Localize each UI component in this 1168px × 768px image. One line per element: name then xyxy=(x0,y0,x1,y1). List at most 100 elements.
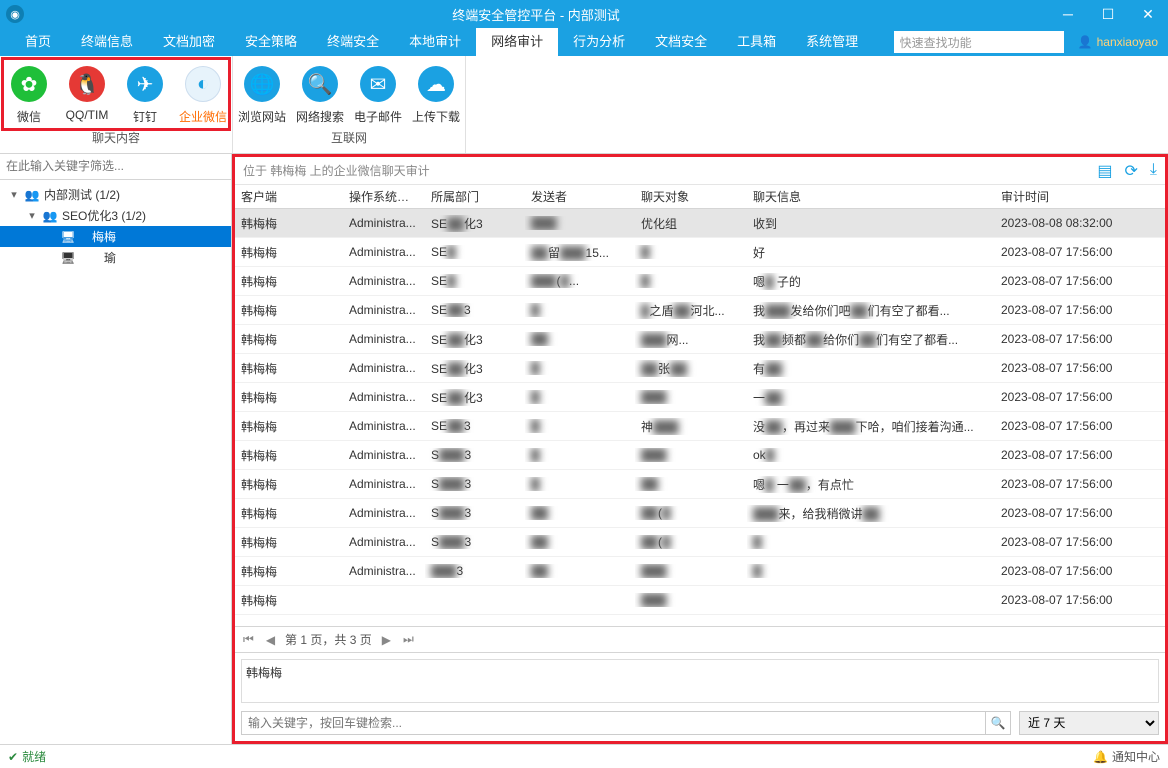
cell: ██留███15... xyxy=(525,244,635,261)
tree-label: 内部测试 (1/2) xyxy=(44,186,120,203)
menu-item-6[interactable]: 网络审计 xyxy=(476,28,558,56)
cell: SE██化3 xyxy=(425,360,525,377)
table-row[interactable]: 韩梅梅Administra...SE████(█...█嗯█ 子的2023-08… xyxy=(235,267,1165,296)
menu-item-7[interactable]: 行为分析 xyxy=(558,28,640,56)
menu-item-1[interactable]: 终端信息 xyxy=(66,28,148,56)
menu-item-10[interactable]: 系统管理 xyxy=(791,28,873,56)
time-filter-select[interactable]: 近 7 天 xyxy=(1019,711,1159,735)
table-row[interactable]: 韩梅梅Administra...S███3███嗯█ 一██，有点忙2023-0… xyxy=(235,470,1165,499)
cell: 2023-08-07 17:56:00 xyxy=(995,361,1165,375)
menu-bar: 首页终端信息文档加密安全策略终端安全本地审计网络审计行为分析文档安全工具箱系统管… xyxy=(0,28,1168,56)
cell: S███3 xyxy=(425,506,525,520)
refresh-icon[interactable]: ⟳ xyxy=(1125,161,1138,181)
tree-label: 梅梅 xyxy=(80,228,116,245)
detail-search-input[interactable] xyxy=(241,711,985,735)
cell: S███3 xyxy=(425,448,525,462)
maximize-button[interactable]: ☐ xyxy=(1088,0,1128,28)
cell: 2023-08-07 17:56:00 xyxy=(995,332,1165,346)
column-header-1[interactable]: 操作系统账户 xyxy=(343,188,425,205)
detail-search-button[interactable]: 🔍 xyxy=(985,711,1011,735)
cell: 韩梅梅 xyxy=(235,215,343,232)
table-row[interactable]: 韩梅梅Administra...SE███留███15...█好2023-08-… xyxy=(235,238,1165,267)
ribbon-item-1-2[interactable]: ✉电子邮件 xyxy=(349,56,407,125)
cell: 2023-08-07 17:56:00 xyxy=(995,245,1165,259)
table-row[interactable]: 韩梅梅Administra...███3██████2023-08-07 17:… xyxy=(235,557,1165,586)
tree-node-1[interactable]: ▾👥SEO优化3 (1/2) xyxy=(0,205,231,226)
table-row[interactable]: 韩梅梅Administra...SE██3█神███没██，再过来███下哈，咱… xyxy=(235,412,1165,441)
ribbon-item-0-3[interactable]: ◐企业微信 xyxy=(174,56,232,125)
cell: S███3 xyxy=(425,535,525,549)
cell: ███网... xyxy=(635,331,747,348)
menu-item-2[interactable]: 文档加密 xyxy=(148,28,230,56)
tree-node-2[interactable]: 🖥 梅梅 xyxy=(0,226,231,247)
tree-label: 瑜 xyxy=(80,249,116,266)
tree-node-0[interactable]: ▾👥内部测试 (1/2) xyxy=(0,184,231,205)
cell: Administra... xyxy=(343,332,425,346)
ribbon-item-1-1[interactable]: 🔍网络搜索 xyxy=(291,56,349,125)
column-header-0[interactable]: 客户端 xyxy=(235,188,343,205)
last-page-button[interactable]: ⏭ xyxy=(401,632,416,647)
menu-item-3[interactable]: 安全策略 xyxy=(230,28,312,56)
cell: 韩梅梅 xyxy=(235,389,343,406)
tree-node-3[interactable]: 🖥 瑜 xyxy=(0,247,231,268)
column-header-5[interactable]: 聊天信息 xyxy=(747,188,995,205)
cell: ██ xyxy=(525,506,635,520)
tree: ▾👥内部测试 (1/2)▾👥SEO优化3 (1/2)🖥 梅梅🖥 瑜 xyxy=(0,180,231,272)
menu-item-0[interactable]: 首页 xyxy=(10,28,66,56)
cell: 韩梅梅 xyxy=(235,331,343,348)
cell: 2023-08-07 17:56:00 xyxy=(995,535,1165,549)
ribbon-icon: ✿ xyxy=(11,66,47,102)
table-row[interactable]: 韩梅梅Administra...S███3████ok█2023-08-07 1… xyxy=(235,441,1165,470)
table-row[interactable]: 韩梅梅Administra...SE██化3████一██2023-08-07 … xyxy=(235,383,1165,412)
menu-item-9[interactable]: 工具箱 xyxy=(722,28,791,56)
table-row[interactable]: 韩梅梅Administra...SE██化3███优化组收到2023-08-08… xyxy=(235,209,1165,238)
cell: 2023-08-07 17:56:00 xyxy=(995,390,1165,404)
cell: 我███发给你们吧██们有空了都看... xyxy=(747,302,995,319)
column-header-2[interactable]: 所属部门 xyxy=(425,188,525,205)
minimize-button[interactable]: ─ xyxy=(1048,0,1088,28)
column-header-3[interactable]: 发送者 xyxy=(525,188,635,205)
menu-item-5[interactable]: 本地审计 xyxy=(394,28,476,56)
cell: 韩梅梅 xyxy=(235,534,343,551)
tree-filter[interactable] xyxy=(0,154,231,180)
cell: Administra... xyxy=(343,477,425,491)
table-row[interactable]: 韩梅梅Administra...SE██3██之盾██河北...我███发给你们… xyxy=(235,296,1165,325)
user-account[interactable]: 👤 hanxiaoyao xyxy=(1068,35,1168,49)
ribbon-item-0-2[interactable]: ✈钉钉 xyxy=(116,56,174,125)
sidebar: ▾👥内部测试 (1/2)▾👥SEO优化3 (1/2)🖥 梅梅🖥 瑜 xyxy=(0,154,232,744)
table-row[interactable]: 韩梅梅Administra...S███3████(██2023-08-07 1… xyxy=(235,528,1165,557)
column-header-4[interactable]: 聊天对象 xyxy=(635,188,747,205)
columns-icon[interactable]: ▤ xyxy=(1097,161,1112,181)
first-page-button[interactable]: ⏮ xyxy=(241,632,256,647)
cell: 2023-08-07 17:56:00 xyxy=(995,593,1165,607)
cell: █ xyxy=(525,390,635,404)
export-icon[interactable]: ⤓ xyxy=(1150,161,1157,181)
close-button[interactable]: ✕ xyxy=(1128,0,1168,28)
ribbon-item-1-3[interactable]: ☁上传下载 xyxy=(407,56,465,125)
cell: 嗯█ 子的 xyxy=(747,273,995,290)
notification-center[interactable]: 🔔 通知中心 xyxy=(1093,748,1160,765)
table-row[interactable]: 韩梅梅███2023-08-07 17:56:00 xyxy=(235,586,1165,615)
ribbon-label: QQ/TIM xyxy=(66,108,109,122)
cell: ███ xyxy=(635,593,747,607)
tree-twisty[interactable]: ▾ xyxy=(8,188,20,201)
tree-filter-input[interactable] xyxy=(6,154,225,178)
ribbon-icon: 🔍 xyxy=(302,66,338,102)
ribbon-item-1-0[interactable]: 🌐浏览网站 xyxy=(233,56,291,125)
menu-item-8[interactable]: 文档安全 xyxy=(640,28,722,56)
tree-twisty[interactable]: ▾ xyxy=(26,209,38,222)
next-page-button[interactable]: ▶ xyxy=(380,633,393,647)
ribbon-label: 微信 xyxy=(17,108,41,125)
table-row[interactable]: 韩梅梅Administra...SE██化3█████网...我██频都██给你… xyxy=(235,325,1165,354)
table-row[interactable]: 韩梅梅Administra...S███3████(████来，给我稍微讲██2… xyxy=(235,499,1165,528)
search-input[interactable]: 快速查找功能 xyxy=(894,31,1064,53)
prev-page-button[interactable]: ◀ xyxy=(264,633,277,647)
menu-item-4[interactable]: 终端安全 xyxy=(312,28,394,56)
cell: █ xyxy=(747,535,995,549)
ribbon-item-0-0[interactable]: ✿ 微信 xyxy=(0,56,58,125)
table-row[interactable]: 韩梅梅Administra...SE██化3███张██有██2023-08-0… xyxy=(235,354,1165,383)
cell: ███ xyxy=(525,216,635,230)
ribbon-item-0-1[interactable]: 🐧QQ/TIM xyxy=(58,56,116,125)
tree-icon: 🖥 xyxy=(60,250,76,266)
column-header-6[interactable]: 审计时间 xyxy=(995,188,1165,205)
